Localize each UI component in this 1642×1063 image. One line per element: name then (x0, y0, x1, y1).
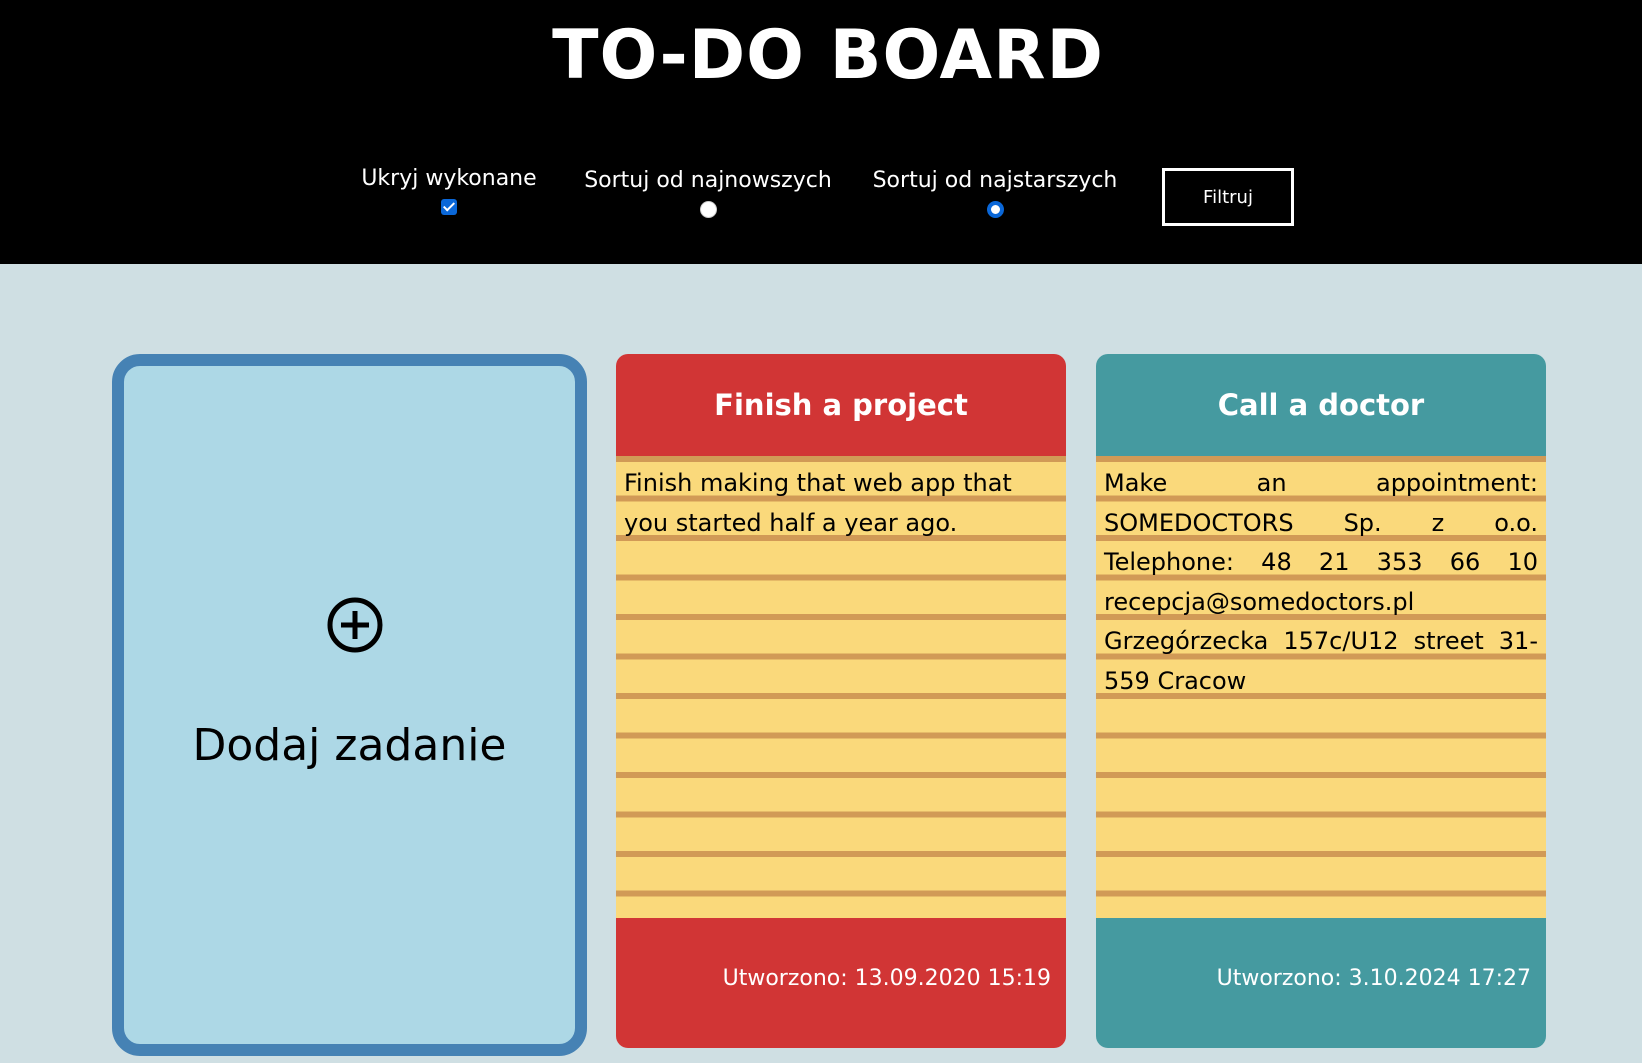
hide-done-option[interactable]: Ukryj wykonane (356, 164, 542, 215)
page-title: TO-DO BOARD (552, 16, 1104, 95)
task-card[interactable]: Finish a project Finish making that web … (616, 354, 1066, 1048)
add-task-card[interactable]: Dodaj zadanie (112, 354, 587, 1056)
task-description: Make an appointment: SOMEDOCTORS Sp. z o… (1096, 456, 1546, 918)
hide-done-label: Ukryj wykonane (361, 166, 537, 191)
sort-newest-radio[interactable] (699, 201, 717, 218)
plus-circle-icon (327, 597, 383, 653)
top-bar: TO-DO BOARD Ukryj wykonane Sortuj od naj… (0, 0, 1642, 264)
sort-oldest-radio[interactable] (986, 201, 1004, 218)
add-task-label: Dodaj zadanie (192, 720, 507, 771)
task-card[interactable]: Call a doctor Make an appointment: SOMED… (1096, 354, 1546, 1048)
task-title: Finish a project (616, 354, 1066, 456)
sort-oldest-label: Sortuj od najstarszych (872, 168, 1118, 193)
filter-button[interactable]: Filtruj (1162, 168, 1294, 226)
task-title: Call a doctor (1096, 354, 1546, 456)
sort-newest-label: Sortuj od najnowszych (584, 168, 832, 193)
hide-done-checkbox[interactable] (441, 199, 457, 215)
sort-oldest-option[interactable]: Sortuj od najstarszych (870, 166, 1120, 218)
task-created-date: Utworzono: 13.09.2020 15:19 (616, 918, 1066, 1048)
sort-newest-option[interactable]: Sortuj od najnowszych (582, 166, 834, 218)
task-created-date: Utworzono: 3.10.2024 17:27 (1096, 918, 1546, 1048)
task-description: Finish making that web app that you star… (616, 456, 1066, 918)
